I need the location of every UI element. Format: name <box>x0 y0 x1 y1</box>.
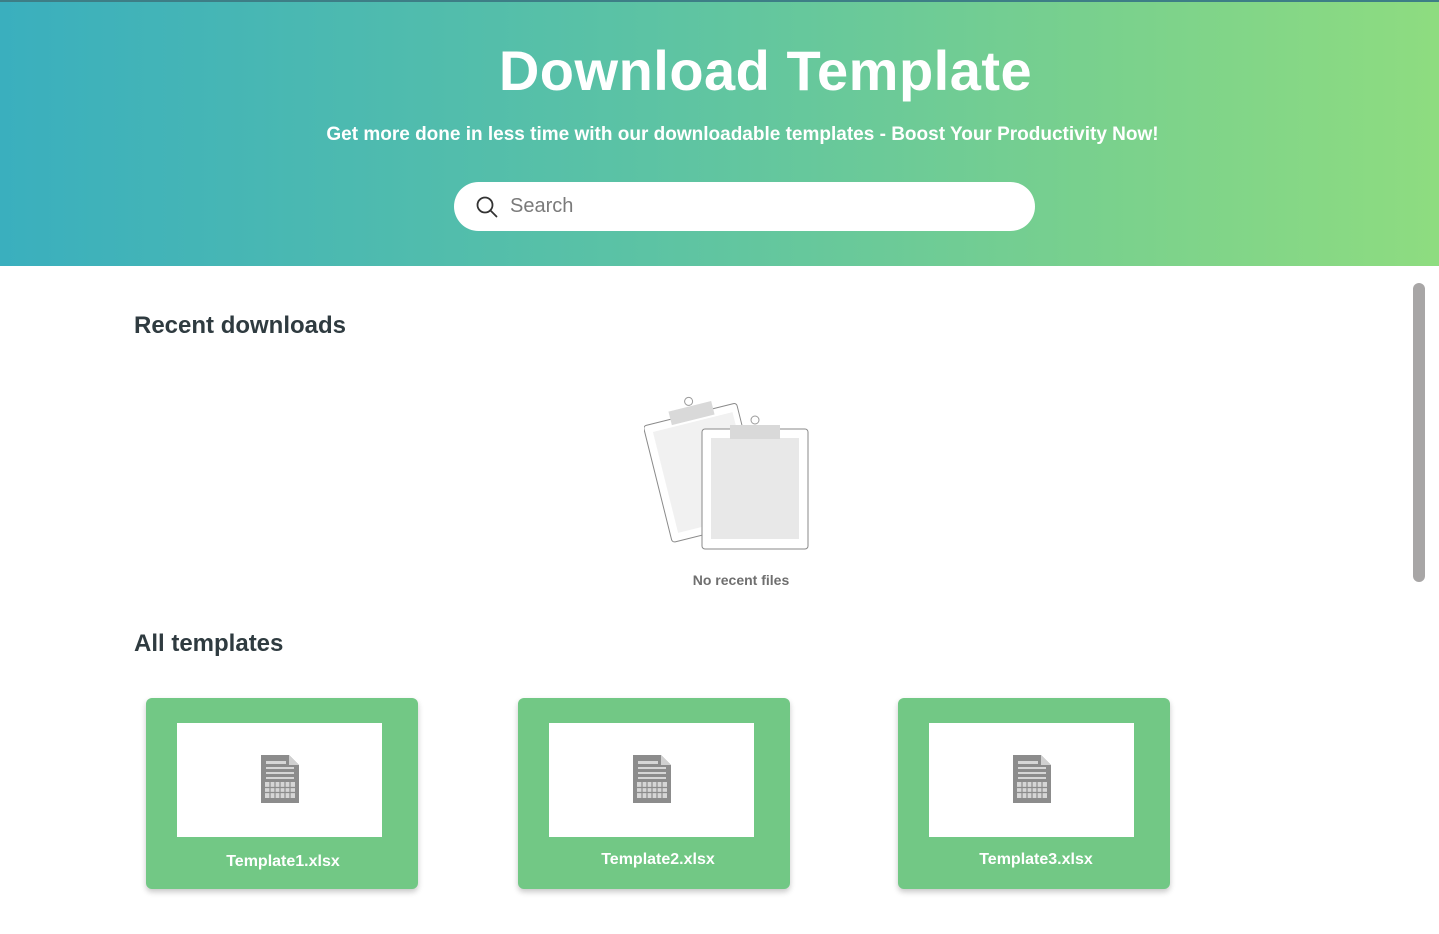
template-name: Template1.xlsx <box>226 853 340 870</box>
search-icon <box>476 196 498 218</box>
template-name: Template3.xlsx <box>979 851 1093 868</box>
template-preview <box>177 723 382 837</box>
scrollbar-thumb[interactable] <box>1413 283 1425 582</box>
hero-banner: Download Template Get more done in less … <box>0 0 1439 266</box>
spreadsheet-file-icon <box>1013 755 1051 803</box>
spreadsheet-file-icon <box>633 755 671 803</box>
template-card[interactable]: Template3.xlsx <box>898 698 1170 889</box>
recent-downloads-heading: Recent downloads <box>134 312 347 339</box>
page-subtitle: Get more done in less time with our down… <box>326 124 1159 145</box>
empty-state-text: No recent files <box>692 572 790 588</box>
spreadsheet-file-icon <box>261 755 299 803</box>
search-bar[interactable] <box>454 182 1035 231</box>
template-preview <box>929 723 1134 837</box>
all-templates-heading: All templates <box>134 630 284 657</box>
template-preview <box>549 723 754 837</box>
template-card[interactable]: Template2.xlsx <box>518 698 790 889</box>
template-card[interactable]: Template1.xlsx <box>146 698 418 889</box>
search-input[interactable] <box>510 190 1010 223</box>
template-name: Template2.xlsx <box>601 851 715 868</box>
clipboard-icon <box>644 396 809 550</box>
page-title: Download Template <box>498 39 1033 102</box>
